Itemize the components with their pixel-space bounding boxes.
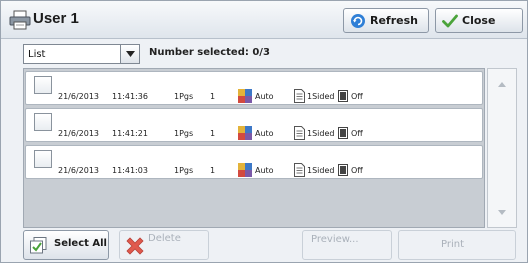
refresh-button[interactable]: Refresh xyxy=(343,8,429,33)
color-mode-icon xyxy=(238,163,252,177)
scroll-down-arrow-icon[interactable] xyxy=(488,199,516,225)
document-sided-icon xyxy=(294,89,305,103)
job-pages: 1Pgs xyxy=(174,166,194,175)
job-staple: Off xyxy=(351,129,363,138)
print-queue-window: User 1 Refresh Close List Number selecte… xyxy=(0,0,528,263)
select-all-icon xyxy=(30,237,47,254)
job-copies: 1 xyxy=(210,92,216,101)
refresh-icon xyxy=(351,13,365,28)
preview-label: Preview... xyxy=(311,234,359,245)
job-checkbox[interactable] xyxy=(34,150,52,168)
page-title: User 1 xyxy=(33,10,79,27)
job-row[interactable]: 21/6/2013 11:41:21 1Pgs 1 Auto 1Sided Of… xyxy=(25,108,483,142)
job-copies: 1 xyxy=(210,129,216,138)
job-copies: 1 xyxy=(210,166,216,175)
window-header: User 1 Refresh Close xyxy=(1,1,527,39)
job-date: 21/6/2013 xyxy=(58,129,100,138)
scroll-up-arrow-icon[interactable] xyxy=(488,71,516,97)
job-staple: Off xyxy=(351,166,363,175)
job-list: 21/6/2013 11:41:36 1Pgs 1 Auto 1Sided Of… xyxy=(23,68,485,228)
select-all-label: Select All xyxy=(54,238,107,249)
checkmark-icon xyxy=(442,14,458,27)
delete-label: Delete xyxy=(148,233,181,244)
print-label: Print xyxy=(441,239,465,250)
job-date: 21/6/2013 xyxy=(58,92,100,101)
refresh-label: Refresh xyxy=(370,14,418,27)
staple-icon xyxy=(338,90,348,102)
chevron-down-icon[interactable] xyxy=(120,45,139,63)
job-color-mode: Auto xyxy=(255,92,274,101)
job-time: 11:41:03 xyxy=(112,166,148,175)
job-staple: Off xyxy=(351,92,363,101)
job-row[interactable]: 21/6/2013 11:41:03 1Pgs 1 Auto 1Sided Of… xyxy=(25,145,483,179)
delete-button[interactable]: Delete xyxy=(119,230,209,260)
color-mode-icon xyxy=(238,126,252,140)
staple-icon xyxy=(338,164,348,176)
job-color-mode: Auto xyxy=(255,166,274,175)
job-sided: 1Sided xyxy=(307,166,335,175)
job-pages: 1Pgs xyxy=(174,92,194,101)
number-selected-text: Number selected: 0/3 xyxy=(149,47,270,58)
color-mode-icon xyxy=(238,89,252,103)
job-checkbox[interactable] xyxy=(34,76,52,94)
view-select[interactable]: List xyxy=(23,44,140,64)
preview-button[interactable]: Preview... xyxy=(302,230,392,260)
job-sided: 1Sided xyxy=(307,92,335,101)
job-row[interactable]: 21/6/2013 11:41:36 1Pgs 1 Auto 1Sided Of… xyxy=(25,71,483,105)
delete-x-icon xyxy=(126,237,144,255)
job-pages: 1Pgs xyxy=(174,129,194,138)
document-sided-icon xyxy=(294,163,305,177)
job-time: 11:41:36 xyxy=(112,92,148,101)
job-checkbox[interactable] xyxy=(34,113,52,131)
close-label: Close xyxy=(462,14,496,27)
document-sided-icon xyxy=(294,126,305,140)
print-button[interactable]: Print xyxy=(398,230,516,260)
staple-icon xyxy=(338,127,348,139)
list-scrollbar[interactable] xyxy=(487,68,517,228)
view-select-value: List xyxy=(28,48,46,60)
job-time: 11:41:21 xyxy=(112,129,148,138)
job-date: 21/6/2013 xyxy=(58,166,100,175)
select-all-button[interactable]: Select All xyxy=(23,230,109,260)
close-button[interactable]: Close xyxy=(435,8,523,33)
printer-icon xyxy=(9,10,31,30)
job-color-mode: Auto xyxy=(255,129,274,138)
job-sided: 1Sided xyxy=(307,129,335,138)
